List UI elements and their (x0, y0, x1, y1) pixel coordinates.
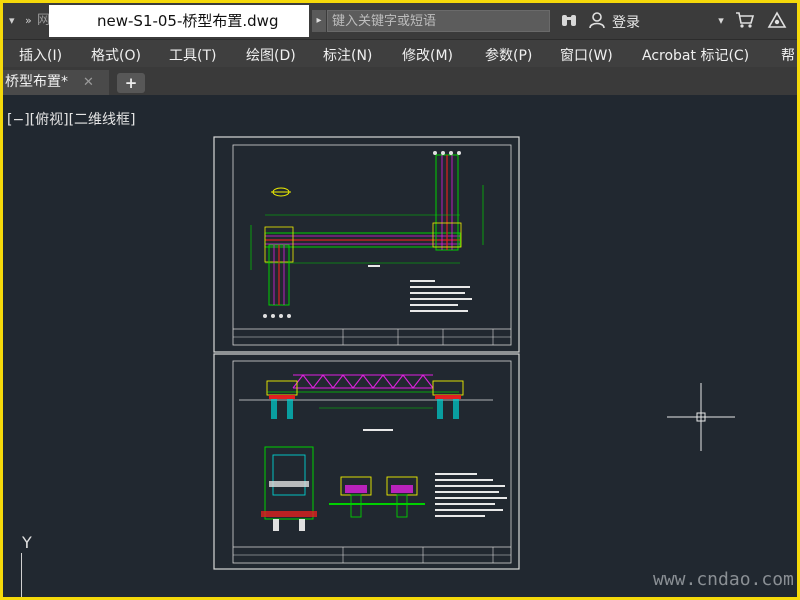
sheet-plan-view (213, 136, 520, 353)
file-tab[interactable]: 桥型布置* ✕ (3, 70, 109, 95)
sheet-elevation-view (213, 353, 520, 570)
login-link[interactable]: 登录 (612, 12, 640, 32)
binoculars-icon[interactable] (559, 11, 579, 31)
menu-parametric[interactable]: 参数(P) (485, 45, 532, 65)
drawing-canvas[interactable]: [−][俯视][二维线框] Y www.cndao.com (3, 95, 797, 597)
document-title: new-S1-05-桥型布置.dwg (49, 5, 309, 37)
exchange-icon[interactable] (767, 11, 787, 31)
cad-drawing (213, 136, 735, 570)
menu-insert[interactable]: 插入(I) (19, 45, 62, 65)
watermark: www.cndao.com (653, 569, 794, 590)
search-expand-arrow[interactable]: ▸ (312, 10, 326, 32)
dropdown-arrow-icon[interactable]: ▾ (9, 11, 15, 31)
menu-draw[interactable]: 绘图(D) (246, 45, 296, 65)
search-input[interactable] (327, 10, 550, 32)
crosshair-cursor (667, 383, 735, 451)
menu-help[interactable]: 帮 (781, 45, 795, 65)
close-icon[interactable]: ✕ (83, 70, 94, 95)
menu-dimension[interactable]: 标注(N) (323, 45, 372, 65)
title-bar: ▾ » 网 new-S1-05-桥型布置.dwg ▸ 登录 ▾ (3, 3, 797, 39)
chevron-down-icon[interactable]: ▾ (711, 11, 731, 31)
ucs-y-axis-label: Y (22, 533, 32, 552)
section-b (377, 476, 425, 518)
file-tab-label: 桥型布置* (5, 74, 68, 90)
menu-format[interactable]: 格式(O) (91, 45, 141, 65)
new-tab-button[interactable]: + (117, 73, 145, 93)
menu-modify[interactable]: 修改(M) (402, 45, 453, 65)
menu-window[interactable]: 窗口(W) (560, 45, 613, 65)
section-a (329, 476, 383, 518)
fast-forward-icon[interactable]: » (25, 11, 32, 31)
user-icon[interactable] (587, 11, 607, 31)
menu-acrobat-markup[interactable]: Acrobat 标记(C) (642, 45, 749, 65)
document-tab-strip: 桥型布置* ✕ + (3, 67, 797, 95)
application-window: ▾ » 网 new-S1-05-桥型布置.dwg ▸ 登录 ▾ 插入(I) 格式… (3, 3, 797, 597)
ucs-icon (21, 553, 22, 597)
cart-icon[interactable] (735, 11, 755, 31)
menu-bar: 插入(I) 格式(O) 工具(T) 绘图(D) 标注(N) 修改(M) 参数(P… (3, 39, 797, 67)
menu-tools[interactable]: 工具(T) (169, 45, 216, 65)
